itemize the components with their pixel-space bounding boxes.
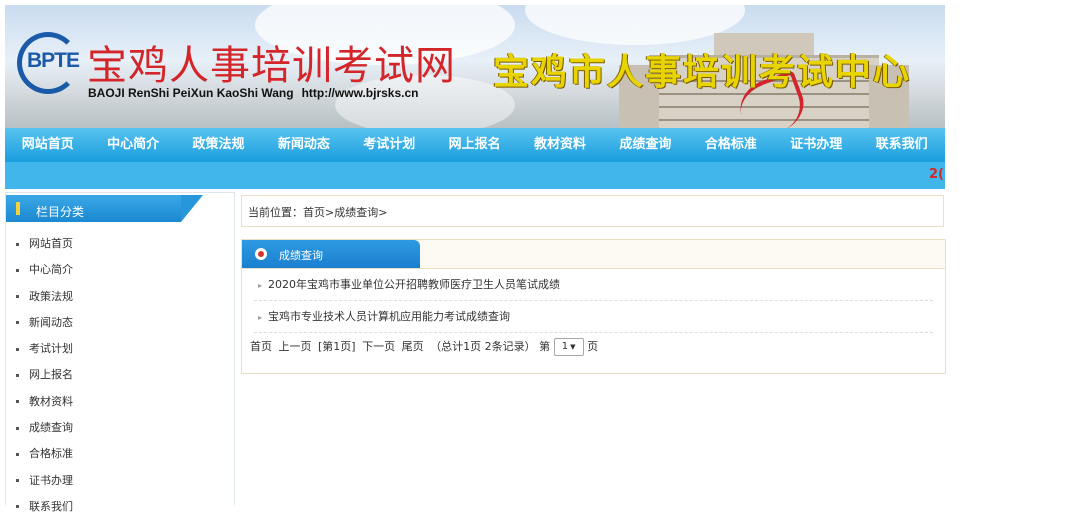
sidebar: 栏目分类 网站首页 中心简介 政策法规 新闻动态 考试计划 网上报名 教材资料 …	[5, 192, 235, 513]
bullet-icon	[16, 347, 19, 351]
sidebar-item-score-query[interactable]: 成绩查询	[6, 415, 234, 441]
nav-item-standards[interactable]: 合格标准	[688, 128, 773, 162]
bullet-icon	[16, 505, 19, 509]
site-container: BPTE 宝鸡人事培训考试网 BAOJI RenShi PeiXun KaoSh…	[5, 5, 945, 189]
panel-header: 成绩查询	[242, 240, 945, 269]
pager-summary: （总计1页 2条记录）	[430, 340, 536, 353]
nav-item-contact[interactable]: 联系我们	[859, 128, 944, 162]
article-link[interactable]: ▸ 2020年宝鸡市事业单位公开招聘教师医疗卫生人员笔试成绩	[254, 269, 933, 301]
bullet-icon	[16, 295, 19, 299]
sidebar-item-label: 新闻动态	[29, 315, 73, 329]
nav-item-certificates[interactable]: 证书办理	[774, 128, 859, 162]
sidebar-item-registration[interactable]: 网上报名	[6, 362, 234, 388]
sidebar-item-label: 证书办理	[29, 473, 73, 487]
arrow-right-icon: ▸	[258, 281, 263, 290]
nav-item-exam-plan[interactable]: 考试计划	[347, 128, 432, 162]
sidebar-title: 栏目分类	[36, 205, 85, 219]
site-title: 宝鸡人事培训考试网	[87, 43, 456, 89]
panel-tab: 成绩查询	[242, 240, 420, 268]
sidebar-item-label: 成绩查询	[29, 421, 73, 435]
sidebar-header-mark-icon	[16, 202, 20, 215]
nav-item-news[interactable]: 新闻动态	[261, 128, 346, 162]
pagination: 首页 上一页 [第1页] 下一页 尾页 （总计1页 2条记录） 第 1 ▼ 页	[242, 336, 945, 358]
arrow-right-icon: ▸	[258, 313, 263, 322]
bullet-icon	[16, 373, 19, 377]
next-page-link[interactable]: 下一页	[362, 340, 395, 353]
sidebar-item-about[interactable]: 中心简介	[6, 257, 234, 283]
sidebar-header-bar: 栏目分类	[6, 195, 203, 222]
prev-page-link[interactable]: 上一页	[279, 340, 312, 353]
target-icon	[255, 248, 267, 260]
nav-item-home[interactable]: 网站首页	[5, 128, 90, 162]
bullet-icon	[16, 321, 19, 325]
current-page-label: [第1页]	[318, 340, 356, 353]
sidebar-item-standards[interactable]: 合格标准	[6, 441, 234, 467]
site-url: http://www.bjrsks.cn	[301, 86, 419, 100]
sidebar-item-label: 教材资料	[29, 394, 73, 408]
logo-text: BPTE	[27, 49, 80, 72]
site-subtitle-text: BAOJI RenShi PeiXun KaoShi Wang	[88, 86, 294, 100]
nav-item-policy[interactable]: 政策法规	[176, 128, 261, 162]
sidebar-item-label: 联系我们	[29, 499, 73, 513]
jump-suffix: 页	[587, 340, 599, 353]
sidebar-item-label: 中心简介	[29, 263, 73, 277]
bullet-icon	[16, 452, 19, 456]
news-marquee: 2(	[5, 162, 945, 189]
nav-item-score-query[interactable]: 成绩查询	[603, 128, 688, 162]
sidebar-item-label: 考试计划	[29, 342, 73, 356]
sidebar-item-label: 网上报名	[29, 368, 73, 382]
breadcrumb: 当前位置：首页>成绩查询>	[241, 195, 944, 227]
page-select[interactable]: 1 ▼	[553, 338, 584, 356]
sidebar-item-policy[interactable]: 政策法规	[6, 284, 234, 310]
site-subtitle: BAOJI RenShi PeiXun KaoShi Wang http://ww…	[88, 86, 418, 100]
marquee-text[interactable]: 2(	[929, 167, 944, 182]
header-banner: BPTE 宝鸡人事培训考试网 BAOJI RenShi PeiXun KaoSh…	[5, 5, 945, 128]
caret-down-icon: ▼	[570, 343, 576, 351]
article-title: 2020年宝鸡市事业单位公开招聘教师医疗卫生人员笔试成绩	[268, 278, 561, 291]
sidebar-item-label: 政策法规	[29, 289, 73, 303]
panel-title: 成绩查询	[279, 249, 323, 262]
score-query-panel: 成绩查询 ▸ 2020年宝鸡市事业单位公开招聘教师医疗卫生人员笔试成绩 ▸ 宝鸡市专…	[241, 239, 946, 374]
sidebar-item-label: 合格标准	[29, 447, 73, 461]
sidebar-item-exam-plan[interactable]: 考试计划	[6, 336, 234, 362]
sidebar-item-home[interactable]: 网站首页	[6, 231, 234, 257]
sidebar-item-label: 网站首页	[29, 237, 73, 250]
main-nav: 网站首页 中心简介 政策法规 新闻动态 考试计划 网上报名 教材资料 成绩查询 …	[5, 128, 945, 162]
bullet-icon	[16, 400, 19, 404]
nav-item-about[interactable]: 中心简介	[90, 128, 175, 162]
first-page-link[interactable]: 首页	[250, 340, 272, 353]
article-title: 宝鸡市专业技术人员计算机应用能力考试成绩查询	[268, 310, 511, 323]
last-page-link[interactable]: 尾页	[402, 340, 424, 353]
sidebar-item-contact[interactable]: 联系我们	[6, 494, 234, 520]
jump-prefix: 第	[539, 340, 551, 353]
sidebar-list: 网站首页 中心简介 政策法规 新闻动态 考试计划 网上报名 教材资料 成绩查询 …	[6, 231, 234, 520]
bullet-icon	[16, 242, 19, 246]
sidebar-item-certificates[interactable]: 证书办理	[6, 468, 234, 494]
bullet-icon	[16, 479, 19, 483]
page-select-value: 1	[561, 341, 569, 352]
article-link[interactable]: ▸ 宝鸡市专业技术人员计算机应用能力考试成绩查询	[254, 301, 933, 333]
sidebar-item-news[interactable]: 新闻动态	[6, 310, 234, 336]
sidebar-item-materials[interactable]: 教材资料	[6, 389, 234, 415]
sidebar-header: 栏目分类	[6, 193, 234, 223]
center-title: 宝鸡市人事培训考试中心	[493, 51, 912, 93]
nav-item-materials[interactable]: 教材资料	[517, 128, 602, 162]
bullet-icon	[16, 426, 19, 430]
nav-item-registration[interactable]: 网上报名	[432, 128, 517, 162]
bullet-icon	[16, 268, 19, 272]
